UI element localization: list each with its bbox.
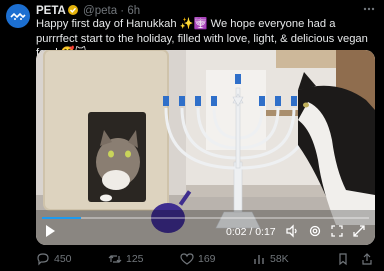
author-handle[interactable]: @peta <box>83 5 117 17</box>
reply-button[interactable]: 450 <box>36 252 72 266</box>
bookmark-icon <box>336 252 350 266</box>
separator: · <box>120 5 125 17</box>
repost-count: 125 <box>126 253 144 265</box>
like-icon <box>180 252 194 266</box>
avatar[interactable] <box>6 4 30 28</box>
video-player[interactable]: 0:02 / 0:17 <box>36 50 375 245</box>
play-icon[interactable] <box>44 224 56 242</box>
share-icon <box>360 252 374 266</box>
video-controls: 0:02 / 0:17 <box>36 215 375 245</box>
peta-logo-icon <box>10 11 26 21</box>
like-count: 169 <box>198 253 216 265</box>
bookmark-button[interactable] <box>336 252 350 266</box>
post: PETA @peta · 6h Happy first day of Hanuk… <box>0 0 384 271</box>
repost-button[interactable]: 125 <box>108 252 144 266</box>
author-name[interactable]: PETA <box>36 5 66 17</box>
video-progress-fill <box>42 217 82 219</box>
post-actions: 450 125 169 58K <box>36 252 376 268</box>
settings-icon[interactable] <box>308 224 322 242</box>
views-icon <box>252 252 266 266</box>
video-progress-bar[interactable] <box>42 217 369 219</box>
repost-icon <box>108 252 122 266</box>
post-header: PETA @peta · 6h <box>36 4 140 18</box>
video-timecode: 0:02 / 0:17 <box>226 226 276 238</box>
verified-badge-icon <box>67 5 78 15</box>
reply-icon <box>36 252 50 266</box>
reply-count: 450 <box>54 253 72 265</box>
views-count: 58K <box>270 253 289 265</box>
post-time[interactable]: 6h <box>127 5 140 17</box>
expand-icon[interactable] <box>352 224 366 242</box>
views-button[interactable]: 58K <box>252 252 289 266</box>
share-button[interactable] <box>360 252 374 266</box>
like-button[interactable]: 169 <box>180 252 216 266</box>
volume-icon[interactable] <box>285 224 299 242</box>
fullscreen-icon[interactable] <box>330 224 344 242</box>
